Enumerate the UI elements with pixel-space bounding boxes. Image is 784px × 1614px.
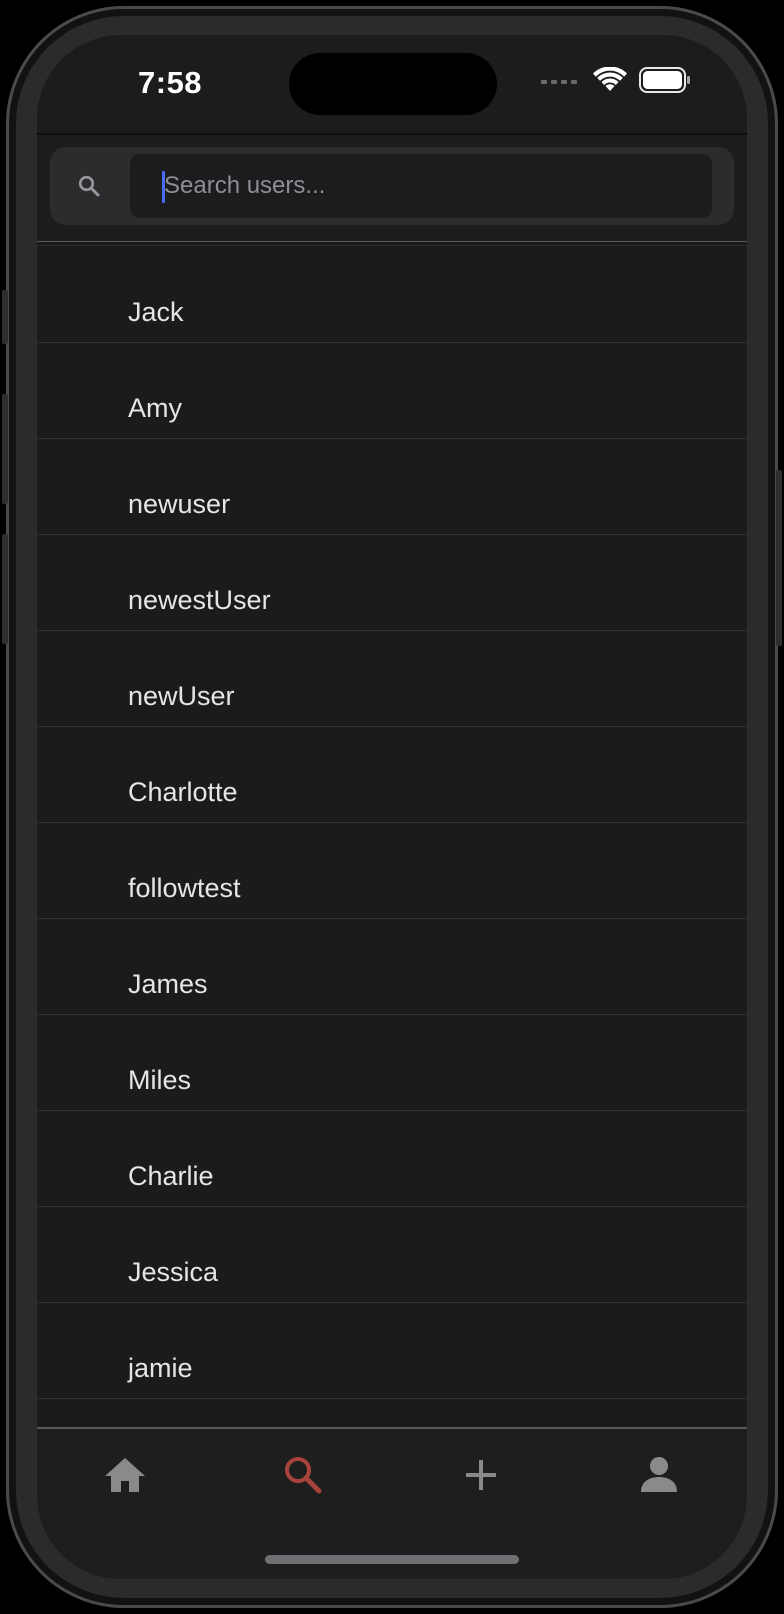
home-indicator[interactable] [265,1555,519,1564]
status-time: 7:58 [138,65,203,100]
action-button [2,290,8,344]
user-list-item[interactable]: newestUser [37,535,747,631]
home-icon [104,1456,146,1499]
username: Amy [128,393,182,423]
search-icon [283,1455,323,1500]
search-input[interactable] [130,154,712,218]
user-list[interactable]: Jack Amy newuser newestUser newUser Char… [37,245,747,1459]
plus-icon [464,1458,498,1497]
dynamic-island [289,53,497,115]
user-list-item[interactable]: followtest [37,823,747,919]
search-icon [78,175,100,197]
user-list-item[interactable]: Charlie [37,1111,747,1207]
username: followtest [128,873,241,903]
power-button [776,470,782,646]
username: James [128,969,208,999]
text-caret [162,171,165,203]
user-list-item[interactable]: Jack [37,246,747,343]
search-divider [37,241,747,242]
username: newuser [128,489,231,519]
username: jamie [128,1353,193,1383]
user-list-item[interactable]: newUser [37,631,747,727]
tab-search[interactable] [263,1445,343,1509]
user-list-item[interactable]: newuser [37,439,747,535]
tab-add[interactable] [441,1445,521,1509]
tab-home[interactable] [85,1445,165,1509]
cellular-signal-icon [541,80,577,84]
search-bar-container [37,135,747,243]
username: Charlotte [128,777,238,807]
status-indicators [541,65,691,98]
wifi-icon [593,65,627,98]
username: Miles [128,1065,192,1095]
username: Jessica [128,1257,219,1287]
battery-icon [639,66,691,98]
username: Jack [128,297,184,327]
search-bar [50,147,734,225]
user-list-item[interactable]: James [37,919,747,1015]
username: newUser [128,681,235,711]
user-list-item[interactable]: jamie [37,1303,747,1399]
tab-profile[interactable] [619,1445,699,1509]
username: newestUser [128,585,271,615]
username: Charlie [128,1161,214,1191]
user-list-item[interactable]: Amy [37,343,747,439]
status-bar: 7:58 [37,35,747,133]
person-icon [640,1456,678,1499]
user-list-item[interactable]: Jessica [37,1207,747,1303]
volume-up-button [2,394,8,504]
user-list-item[interactable]: Miles [37,1015,747,1111]
app-screen: 7:58 Search users... Jack Amy newuser ne… [37,35,747,1579]
volume-down-button [2,534,8,644]
user-list-item[interactable]: Charlotte [37,727,747,823]
